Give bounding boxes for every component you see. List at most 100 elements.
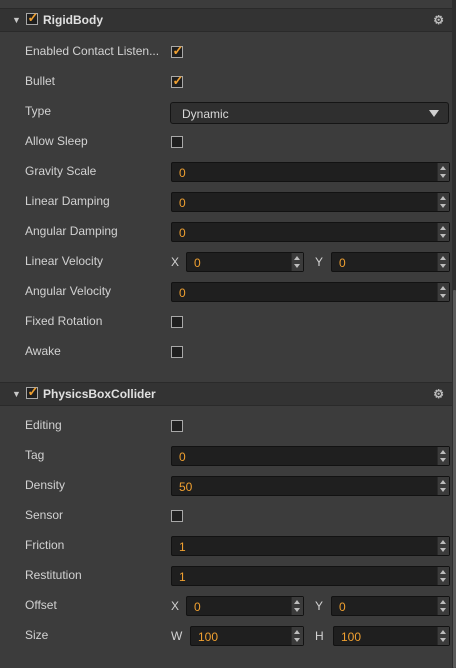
linear-damping-row: Linear Damping 0 bbox=[0, 190, 452, 214]
size-w-value: 100 bbox=[198, 630, 219, 644]
tag-value: 0 bbox=[179, 450, 186, 464]
gear-icon[interactable]: ⚙ bbox=[433, 13, 444, 27]
tag-label: Tag bbox=[25, 448, 45, 462]
angular-velocity-label: Angular Velocity bbox=[25, 284, 112, 298]
checkmark-icon: ✓ bbox=[27, 9, 39, 25]
sensor-row: Sensor bbox=[0, 504, 452, 528]
allow-sleep-checkbox[interactable] bbox=[171, 136, 183, 148]
size-label: Size bbox=[25, 628, 49, 642]
awake-row: Awake bbox=[0, 340, 452, 364]
awake-checkbox[interactable] bbox=[171, 346, 183, 358]
bullet-checkbox[interactable]: ✓ bbox=[171, 73, 184, 88]
gravity-scale-spinner[interactable] bbox=[437, 163, 449, 181]
angular-damping-input[interactable]: 0 bbox=[171, 222, 450, 242]
size-h-spinner[interactable] bbox=[437, 627, 449, 645]
enabled-contact-listener-label: Enabled Contact Listen... bbox=[25, 44, 160, 58]
offset-label: Offset bbox=[25, 598, 57, 612]
angular-velocity-input[interactable]: 0 bbox=[171, 282, 450, 302]
restitution-value: 1 bbox=[179, 570, 186, 584]
bullet-row: Bullet ✓ bbox=[0, 70, 452, 94]
editing-row: Editing bbox=[0, 414, 452, 438]
linear-velocity-y-spinner[interactable] bbox=[437, 253, 449, 271]
gravity-scale-row: Gravity Scale 0 bbox=[0, 160, 452, 184]
linear-velocity-y-value: 0 bbox=[339, 256, 346, 270]
friction-value: 1 bbox=[179, 540, 186, 554]
density-input[interactable]: 50 bbox=[171, 476, 450, 496]
linear-velocity-x-label: X bbox=[171, 255, 180, 269]
collider-enabled-checkbox[interactable]: ✓ bbox=[26, 383, 39, 399]
density-row: Density 50 bbox=[0, 474, 452, 498]
type-select[interactable]: Dynamic bbox=[170, 102, 449, 124]
size-w-spinner[interactable] bbox=[291, 627, 303, 645]
editing-checkbox[interactable] bbox=[171, 420, 183, 432]
checkmark-icon: ✓ bbox=[172, 73, 184, 88]
caret-down-icon[interactable]: ▼ bbox=[12, 389, 22, 399]
size-h-value: 100 bbox=[341, 630, 362, 644]
caret-down-icon[interactable]: ▼ bbox=[12, 15, 22, 25]
tag-input[interactable]: 0 bbox=[171, 446, 450, 466]
gravity-scale-input[interactable]: 0 bbox=[171, 162, 450, 182]
friction-row: Friction 1 bbox=[0, 534, 452, 558]
awake-label: Awake bbox=[25, 344, 61, 358]
dropdown-arrow-icon bbox=[429, 110, 439, 117]
bullet-label: Bullet bbox=[25, 74, 56, 88]
offset-y-value: 0 bbox=[339, 600, 346, 614]
offset-x-input[interactable]: 0 bbox=[186, 596, 304, 616]
fixed-rotation-row: Fixed Rotation bbox=[0, 310, 452, 334]
linear-damping-spinner[interactable] bbox=[437, 193, 449, 211]
tag-row: Tag 0 bbox=[0, 444, 452, 468]
linear-damping-value: 0 bbox=[179, 196, 186, 210]
density-label: Density bbox=[25, 478, 66, 492]
offset-x-spinner[interactable] bbox=[291, 597, 303, 615]
size-h-label: H bbox=[315, 629, 324, 643]
tag-spinner[interactable] bbox=[437, 447, 449, 465]
linear-velocity-row: Linear Velocity X 0 Y 0 bbox=[0, 250, 452, 274]
angular-velocity-value: 0 bbox=[179, 286, 186, 300]
linear-velocity-x-spinner[interactable] bbox=[291, 253, 303, 271]
size-w-label: W bbox=[171, 629, 183, 643]
angular-velocity-row: Angular Velocity 0 bbox=[0, 280, 452, 304]
linear-damping-input[interactable]: 0 bbox=[171, 192, 450, 212]
offset-x-label: X bbox=[171, 599, 180, 613]
type-row: Type Dynamic bbox=[0, 100, 452, 124]
collider-title: PhysicsBoxCollider bbox=[43, 387, 156, 401]
linear-damping-label: Linear Damping bbox=[25, 194, 110, 208]
offset-y-input[interactable]: 0 bbox=[331, 596, 450, 616]
offset-x-value: 0 bbox=[194, 600, 201, 614]
friction-spinner[interactable] bbox=[437, 537, 449, 555]
gear-icon[interactable]: ⚙ bbox=[433, 387, 444, 401]
offset-y-spinner[interactable] bbox=[437, 597, 449, 615]
linear-velocity-y-input[interactable]: 0 bbox=[331, 252, 450, 272]
sensor-label: Sensor bbox=[25, 508, 64, 522]
angular-damping-spinner[interactable] bbox=[437, 223, 449, 241]
restitution-label: Restitution bbox=[25, 568, 82, 582]
checkmark-icon: ✓ bbox=[27, 383, 39, 399]
sensor-checkbox[interactable] bbox=[171, 510, 183, 522]
collider-header[interactable]: ▼ ✓ PhysicsBoxCollider ⚙ bbox=[0, 382, 452, 406]
size-w-input[interactable]: 100 bbox=[190, 626, 304, 646]
gravity-scale-value: 0 bbox=[179, 166, 186, 180]
allow-sleep-row: Allow Sleep bbox=[0, 130, 452, 154]
angular-velocity-spinner[interactable] bbox=[437, 283, 449, 301]
fixed-rotation-label: Fixed Rotation bbox=[25, 314, 103, 328]
restitution-spinner[interactable] bbox=[437, 567, 449, 585]
offset-y-label: Y bbox=[315, 599, 324, 613]
friction-input[interactable]: 1 bbox=[171, 536, 450, 556]
rigidbody-header[interactable]: ▼ ✓ RigidBody ⚙ bbox=[0, 8, 452, 32]
enabled-contact-listener-checkbox[interactable]: ✓ bbox=[171, 43, 184, 58]
density-spinner[interactable] bbox=[437, 477, 449, 495]
linear-velocity-y-label: Y bbox=[315, 255, 324, 269]
rigidbody-enabled-checkbox[interactable]: ✓ bbox=[26, 9, 39, 25]
friction-label: Friction bbox=[25, 538, 65, 552]
inspector-panel: ▼ ✓ RigidBody ⚙ Enabled Contact Listen..… bbox=[0, 0, 452, 668]
fixed-rotation-checkbox[interactable] bbox=[171, 316, 183, 328]
linear-velocity-label: Linear Velocity bbox=[25, 254, 104, 268]
type-value: Dynamic bbox=[182, 107, 229, 121]
angular-damping-value: 0 bbox=[179, 226, 186, 240]
offset-row: Offset X 0 Y 0 bbox=[0, 594, 452, 618]
size-h-input[interactable]: 100 bbox=[333, 626, 450, 646]
restitution-input[interactable]: 1 bbox=[171, 566, 450, 586]
checkmark-icon: ✓ bbox=[172, 43, 184, 58]
restitution-row: Restitution 1 bbox=[0, 564, 452, 588]
linear-velocity-x-input[interactable]: 0 bbox=[186, 252, 304, 272]
